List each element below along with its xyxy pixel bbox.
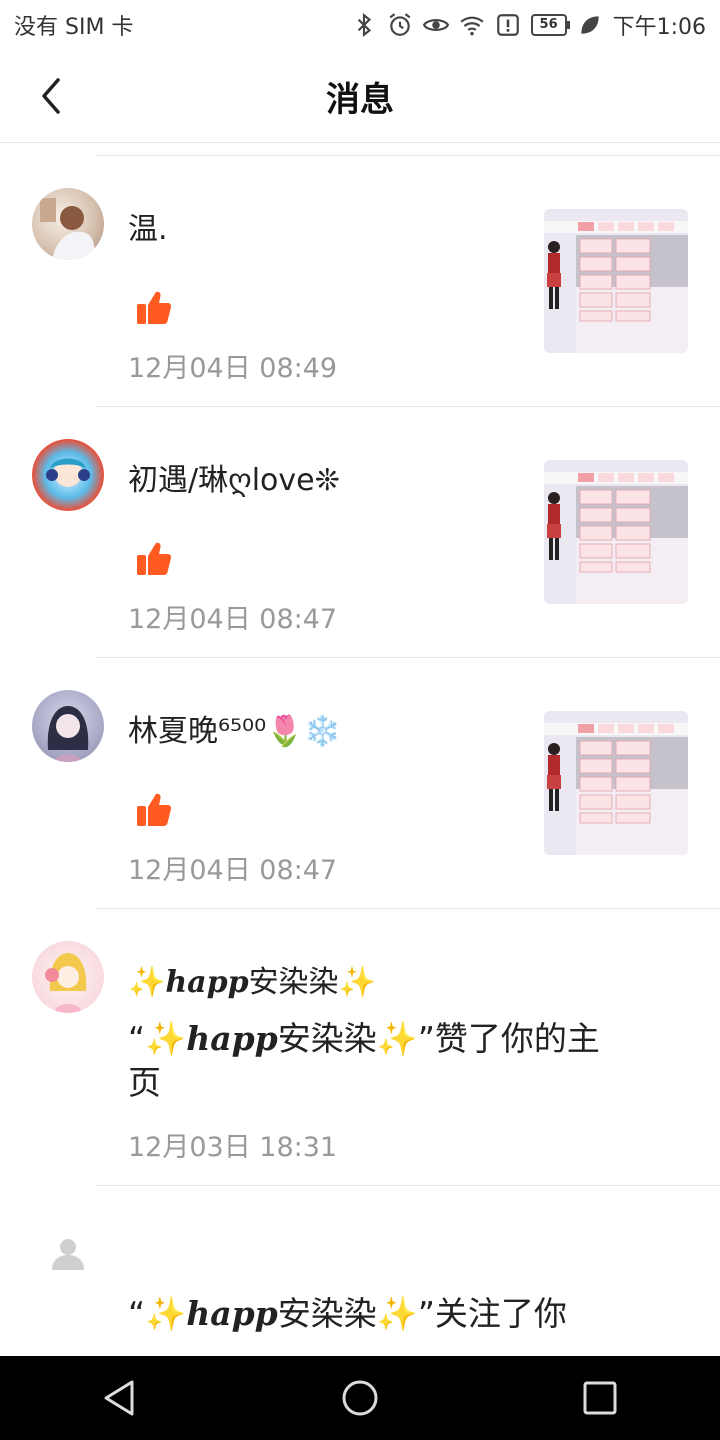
- avatar[interactable]: [32, 439, 104, 511]
- nav-back-button[interactable]: [90, 1368, 150, 1428]
- nav-recents-button[interactable]: [570, 1368, 630, 1428]
- sparkle-emoji: ✨: [338, 965, 376, 1000]
- content-suffix: ”关注了你: [417, 1294, 567, 1333]
- message-time: 12月04日 08:47: [128, 604, 338, 635]
- thumbnail-image: [544, 209, 688, 353]
- page-title: 消息: [326, 79, 394, 120]
- message-item[interactable]: 林夏晚⁶⁵⁰⁰🌷❄️ 12月04日 08:47: [0, 658, 720, 908]
- post-thumbnail[interactable]: [544, 711, 688, 855]
- message-list[interactable]: 温. 12月04日 08:49 初遇/琳ღlove❊ 12月04日 08:47 …: [0, 143, 720, 1356]
- battery-indicator: 56: [530, 14, 570, 36]
- sender-name[interactable]: 初遇/琳ღlove❊: [128, 455, 340, 499]
- bluetooth-icon: [357, 12, 371, 38]
- carrier-label: 没有 SIM 卡: [14, 15, 134, 40]
- thumbs-up-icon: [137, 291, 172, 324]
- wifi-icon: [460, 16, 484, 36]
- post-thumbnail[interactable]: [544, 209, 688, 353]
- avatar-image: [47, 706, 89, 762]
- avatar-image: [46, 458, 90, 487]
- circle-home-icon: [342, 1380, 378, 1416]
- sparkle-emoji: ✨: [145, 1019, 187, 1058]
- alert-icon: [496, 14, 519, 36]
- thumbnail-image: [544, 460, 688, 604]
- message-item[interactable]: “✨happ安染染✨”关注了你: [0, 1186, 720, 1356]
- sparkle-emoji: ✨: [128, 965, 166, 1000]
- message-time: 12月03日 18:31: [128, 1132, 338, 1163]
- message-item[interactable]: 温. 12月04日 08:49: [0, 156, 720, 406]
- name-script-text: happ: [186, 1019, 278, 1058]
- eye-icon: [422, 19, 449, 31]
- post-thumbnail[interactable]: [544, 460, 688, 604]
- message-content: “✨happ安染染✨”关注了你: [128, 1292, 628, 1336]
- name-text: 安染染: [277, 1294, 377, 1333]
- sparkle-emoji: ✨: [376, 1019, 418, 1058]
- message-item[interactable]: ✨happ安染染✨ “✨happ安染染✨”赞了你的主页 12月03日 18:31: [0, 909, 720, 1185]
- status-icons: 56 下午1:06: [351, 9, 706, 41]
- default-avatar-icon[interactable]: [50, 1236, 86, 1272]
- clock: 下午1:06: [612, 15, 706, 40]
- avatar-image: [40, 198, 96, 260]
- name-script-text: happ: [165, 965, 249, 1000]
- avatar[interactable]: [32, 941, 104, 1013]
- nav-home-button[interactable]: [330, 1368, 390, 1428]
- thumbs-up-icon: [137, 542, 172, 575]
- back-button[interactable]: [32, 76, 72, 116]
- quote-open: “: [128, 1019, 146, 1058]
- sender-name[interactable]: 林夏晚⁶⁵⁰⁰🌷❄️: [128, 706, 341, 750]
- alarm-icon: [389, 13, 410, 36]
- status-bar: 没有 SIM 卡 56 下午1:06: [0, 0, 720, 50]
- avatar-image: [45, 953, 87, 1013]
- system-nav-bar: [0, 1356, 720, 1440]
- avatar[interactable]: [32, 188, 104, 260]
- triangle-back-icon: [104, 1380, 134, 1416]
- sparkle-emoji: ✨: [145, 1294, 187, 1333]
- name-script-text: happ: [186, 1294, 278, 1333]
- thumbnail-image: [544, 711, 688, 855]
- sender-name[interactable]: ✨happ安染染✨: [128, 957, 376, 1001]
- quote-open: “: [128, 1294, 146, 1333]
- leaf-icon: [580, 16, 599, 34]
- name-text: 安染染: [248, 965, 339, 1000]
- message-time: 12月04日 08:47: [128, 855, 338, 886]
- message-content: “✨happ安染染✨”赞了你的主页: [128, 1017, 628, 1105]
- square-recents-icon: [583, 1381, 617, 1415]
- header-bar: 消息: [0, 50, 720, 143]
- back-arrow-icon: [42, 78, 60, 114]
- avatar[interactable]: [32, 690, 104, 762]
- thumbs-up-icon: [137, 793, 172, 826]
- sparkle-emoji: ✨: [376, 1294, 418, 1333]
- message-item[interactable]: 初遇/琳ღlove❊ 12月04日 08:47: [0, 407, 720, 657]
- message-time: 12月04日 08:49: [128, 353, 338, 384]
- sender-name[interactable]: 温.: [128, 204, 168, 248]
- name-text: 安染染: [277, 1019, 377, 1058]
